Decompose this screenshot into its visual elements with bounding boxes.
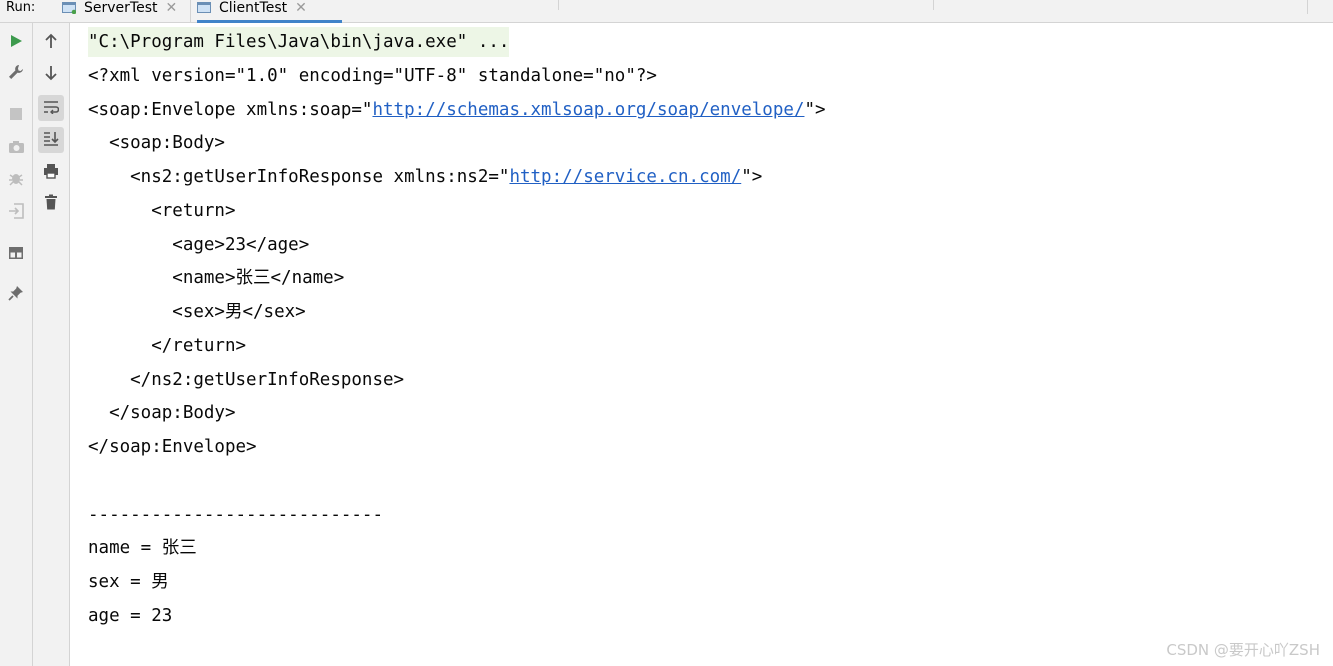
name-line: <name>张三</name>: [88, 268, 345, 288]
stop-button[interactable]: [3, 102, 29, 128]
response-close-line: </ns2:getUserInfoResponse>: [88, 370, 405, 390]
response-open-line: <ns2:getUserInfoResponse xmlns:ns2="http…: [88, 162, 762, 192]
settings-button[interactable]: [3, 61, 29, 87]
layout-button[interactable]: [3, 241, 29, 267]
clear-all-button[interactable]: [38, 191, 64, 217]
xml-declaration: <?xml version="1.0" encoding="UTF-8" sta…: [88, 66, 657, 86]
response-open-end: ">: [741, 167, 763, 187]
stop-icon: [9, 106, 23, 125]
service-namespace-link[interactable]: http://service.cn.com/: [509, 167, 741, 187]
envelope-open-end: ">: [804, 100, 826, 120]
wrench-icon: [8, 64, 24, 84]
dump-threads-button[interactable]: [3, 135, 29, 161]
scroll-to-end-icon: [43, 130, 59, 150]
close-icon[interactable]: ✕: [165, 0, 177, 16]
envelope-close-line: </soap:Envelope>: [88, 437, 257, 457]
close-icon[interactable]: ✕: [295, 0, 307, 16]
console-tab-icon: [197, 2, 211, 14]
layout-icon: [8, 245, 24, 264]
tab-divider: [190, 0, 191, 22]
console-toolbar: [33, 23, 70, 666]
print-icon: [43, 163, 59, 183]
tab-clienttest-label: ClientTest: [219, 0, 288, 16]
debug-icon: [8, 170, 24, 190]
camera-icon: [8, 139, 25, 158]
scroll-to-end-button[interactable]: [38, 127, 64, 153]
command-line: "C:\Program Files\Java\bin\java.exe" ...: [88, 27, 510, 57]
arrow-down-icon: [44, 65, 58, 85]
tab-divider: [933, 0, 934, 10]
run-label: Run:: [6, 0, 36, 15]
body-close-line: </soap:Body>: [88, 403, 236, 423]
tab-divider: [1307, 0, 1308, 14]
return-open-line: <return>: [88, 201, 236, 221]
trash-icon: [44, 194, 58, 214]
console-output[interactable]: "C:\Program Files\Java\bin\java.exe" ...…: [70, 23, 1333, 666]
tab-servertest[interactable]: ServerTest ✕: [62, 0, 177, 22]
body-open-line: <soap:Body>: [88, 133, 225, 153]
run-toolbar: [0, 23, 33, 666]
pin-icon: [8, 285, 24, 305]
envelope-open-line: <soap:Envelope xmlns:soap="http://schema…: [88, 95, 826, 125]
pin-tab-button[interactable]: [3, 282, 29, 308]
run-tab-bar: Run: ServerTest ✕ ClientTest ✕: [0, 0, 1333, 23]
output-age-line: age = 23: [88, 606, 173, 626]
tab-servertest-label: ServerTest: [84, 0, 158, 16]
soft-wrap-button[interactable]: [38, 95, 64, 121]
response-open-text: <ns2:getUserInfoResponse xmlns:ns2=": [88, 167, 510, 187]
tab-divider: [558, 0, 559, 10]
envelope-open-text: <soap:Envelope xmlns:soap=": [88, 100, 373, 120]
output-name-line: name = 张三: [88, 538, 197, 558]
debug-button[interactable]: [3, 167, 29, 193]
exit-icon: [8, 203, 24, 223]
envelope-namespace-link[interactable]: http://schemas.xmlsoap.org/soap/envelope…: [372, 100, 804, 120]
sex-line: <sex>男</sex>: [88, 302, 306, 322]
tab-clienttest[interactable]: ClientTest ✕: [197, 0, 342, 23]
exit-button[interactable]: [3, 200, 29, 226]
rerun-icon: [9, 33, 23, 52]
next-occurrence-button[interactable]: [38, 62, 64, 88]
previous-occurrence-button[interactable]: [38, 30, 64, 56]
watermark: CSDN @要开心吖ZSH: [1166, 641, 1320, 659]
arrow-up-icon: [44, 33, 58, 53]
return-close-line: </return>: [88, 336, 247, 356]
age-line: <age>23</age>: [88, 235, 310, 255]
print-button[interactable]: [38, 160, 64, 186]
soft-wrap-icon: [43, 99, 60, 118]
output-sex-line: sex = 男: [88, 572, 169, 592]
rerun-button[interactable]: [3, 29, 29, 55]
console-tab-icon: [62, 2, 77, 15]
divider-line: ----------------------------: [88, 505, 384, 525]
